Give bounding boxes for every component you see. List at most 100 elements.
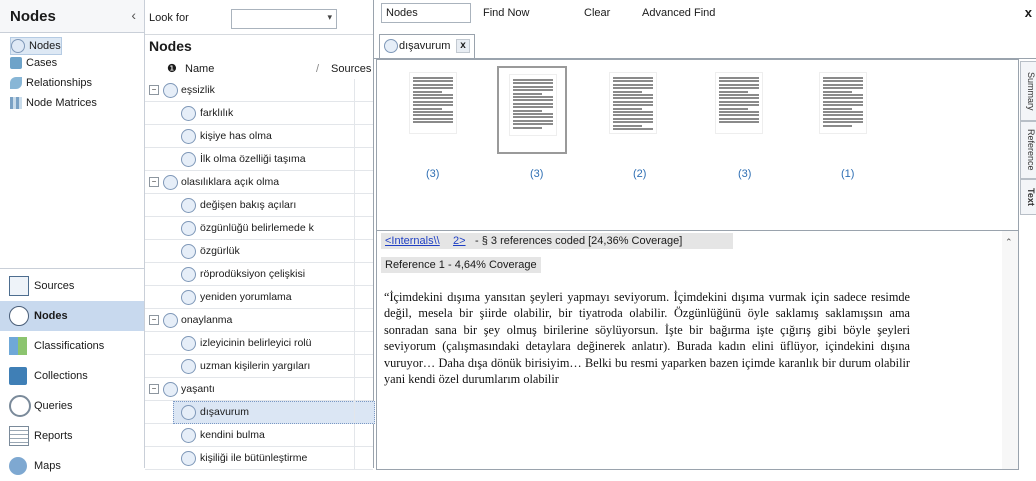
node-group-row[interactable]: − onaylanma <box>145 309 373 332</box>
node-row[interactable]: değişen bakış açıları <box>145 194 373 217</box>
tree-item-relationships[interactable]: Relationships <box>10 75 92 91</box>
nav-button-collections[interactable]: Collections <box>0 361 144 391</box>
text-line-mark <box>413 77 453 79</box>
collapse-toggle-icon[interactable]: − <box>149 177 159 187</box>
text-line-mark <box>719 90 748 93</box>
node-list-pane: Look for ▾ Nodes ❶ Name / Sources − eşsiz… <box>145 0 375 470</box>
column-name-header[interactable]: Name <box>185 63 214 75</box>
text-line-mark <box>719 100 759 103</box>
side-tab-text[interactable]: Text <box>1020 179 1036 215</box>
text-line-mark <box>413 100 453 103</box>
node-label: özgürlük <box>200 245 240 257</box>
node-row[interactable]: röprodüksiyon çelişkisi <box>145 263 373 286</box>
text-line-mark <box>613 87 653 90</box>
text-line-mark <box>823 117 863 120</box>
close-tab-button[interactable]: x <box>456 39 470 53</box>
nav-button-label: Queries <box>34 400 73 412</box>
text-line-mark <box>719 104 759 107</box>
navigation-pane: Nodes ‹ Nodes Cases Relationships Node M… <box>0 0 145 475</box>
advanced-find-button[interactable]: Advanced Find <box>642 7 715 19</box>
node-icon <box>11 39 25 53</box>
nav-button-nodes[interactable]: Nodes <box>0 301 144 331</box>
node-label: yeniden yorumlama <box>200 291 292 303</box>
node-row[interactable]: kendini bulma <box>145 424 373 447</box>
text-line-mark <box>513 126 542 129</box>
node-group-row[interactable]: − olasılıklara açık olma <box>145 171 373 194</box>
source-number-link[interactable]: 2> <box>453 235 466 247</box>
node-label: uzman kişilerin yargıları <box>200 360 311 372</box>
relationships-icon <box>10 77 22 89</box>
text-line-mark <box>613 128 653 130</box>
tree-item-label: Relationships <box>26 77 93 89</box>
text-line-mark <box>513 102 553 105</box>
node-icon <box>181 221 196 236</box>
find-now-button[interactable]: Find Now <box>483 7 529 19</box>
coded-quote-text[interactable]: “İçimdekini dışıma yansıtan şeyleri yapm… <box>384 289 910 387</box>
page-thumbnail[interactable] <box>809 66 875 150</box>
node-row[interactable]: kişiliği ile bütünleştirme <box>145 447 373 470</box>
node-label: farklılık <box>200 107 234 119</box>
text-line-mark <box>413 111 453 113</box>
source-reference-header: <Internals\\ 2> - § 3 references coded [… <box>381 233 733 249</box>
collapse-toggle-icon[interactable]: − <box>149 384 159 394</box>
text-line-mark <box>413 97 453 100</box>
node-row[interactable]: farklılık <box>145 102 373 125</box>
text-line-mark <box>613 114 653 117</box>
node-row[interactable]: İlk olma özelliği taşıma <box>145 148 373 171</box>
tree-item-nodes[interactable]: Nodes <box>10 37 62 55</box>
side-tab-summary[interactable]: Summary <box>1020 61 1036 121</box>
page-thumbnail[interactable] <box>705 66 771 150</box>
find-scope-field[interactable]: Nodes <box>381 3 471 23</box>
maps-icon <box>9 457 27 475</box>
node-row[interactable]: uzman kişilerin yargıları <box>145 355 373 378</box>
dropdown-arrow-icon[interactable]: ▾ <box>327 12 332 23</box>
node-icon <box>181 336 196 351</box>
node-row[interactable]: yeniden yorumlama <box>145 286 373 309</box>
nav-button-sources[interactable]: Sources <box>0 271 144 301</box>
column-sources-header[interactable]: Sources <box>331 63 371 75</box>
text-line-mark <box>413 114 453 117</box>
page-thumbnail[interactable] <box>599 66 665 150</box>
collapse-toggle-icon[interactable]: − <box>149 85 159 95</box>
node-label: kişiye has olma <box>200 130 272 142</box>
side-tab-reference[interactable]: Reference <box>1020 121 1036 179</box>
node-group-row[interactable]: − eşsizlik <box>145 79 373 102</box>
look-for-label: Look for <box>149 12 189 24</box>
internals-link[interactable]: <Internals\\ <box>385 235 440 247</box>
node-row[interactable]: izleyicinin belirleyici rolü <box>145 332 373 355</box>
tree-item-cases[interactable]: Cases <box>10 55 57 71</box>
look-for-input[interactable]: ▾ <box>231 9 337 29</box>
text-line-mark <box>823 100 863 103</box>
clear-button[interactable]: Clear <box>584 7 610 19</box>
node-row[interactable]: özgünlüğü belirlemede k <box>145 217 373 240</box>
node-group-row[interactable]: − yaşantı <box>145 378 373 401</box>
node-label: kendini bulma <box>200 429 265 441</box>
node-row[interactable]: dışavurum <box>145 401 375 424</box>
reference-count: (3) <box>426 168 440 180</box>
nav-button-maps[interactable]: Maps <box>0 451 144 481</box>
tab-disavurum[interactable]: dışavurum x <box>379 34 475 58</box>
nav-button-classifications[interactable]: Classifications <box>0 331 144 361</box>
tree-item-node-matrices[interactable]: Node Matrices <box>10 95 97 111</box>
text-line-mark <box>613 77 653 79</box>
column-separator <box>354 401 355 423</box>
coded-text-pane: <Internals\\ 2> - § 3 references coded [… <box>376 230 1019 470</box>
page-thumbnail[interactable] <box>399 66 465 150</box>
navigation-header: Nodes ‹ <box>0 0 144 33</box>
vertical-scrollbar[interactable]: ⌃ <box>1002 231 1018 469</box>
collapse-toggle-icon[interactable]: − <box>149 315 159 325</box>
close-find-bar-button[interactable]: x <box>1025 5 1032 20</box>
column-separator <box>354 125 355 147</box>
page-thumbnail[interactable] <box>497 66 567 154</box>
node-list-title: Nodes <box>149 38 192 54</box>
scroll-up-arrow-icon[interactable]: ⌃ <box>1005 237 1013 248</box>
node-row[interactable]: kişiye has olma <box>145 125 373 148</box>
text-line-mark <box>413 83 453 86</box>
nav-button-queries[interactable]: Queries <box>0 391 144 421</box>
text-line-mark <box>719 87 759 90</box>
node-row[interactable]: özgürlük <box>145 240 373 263</box>
collapse-chevron-icon[interactable]: ‹ <box>131 7 136 23</box>
nav-button-reports[interactable]: Reports <box>0 421 144 451</box>
text-line-mark <box>823 107 852 110</box>
column-separator <box>354 171 355 193</box>
